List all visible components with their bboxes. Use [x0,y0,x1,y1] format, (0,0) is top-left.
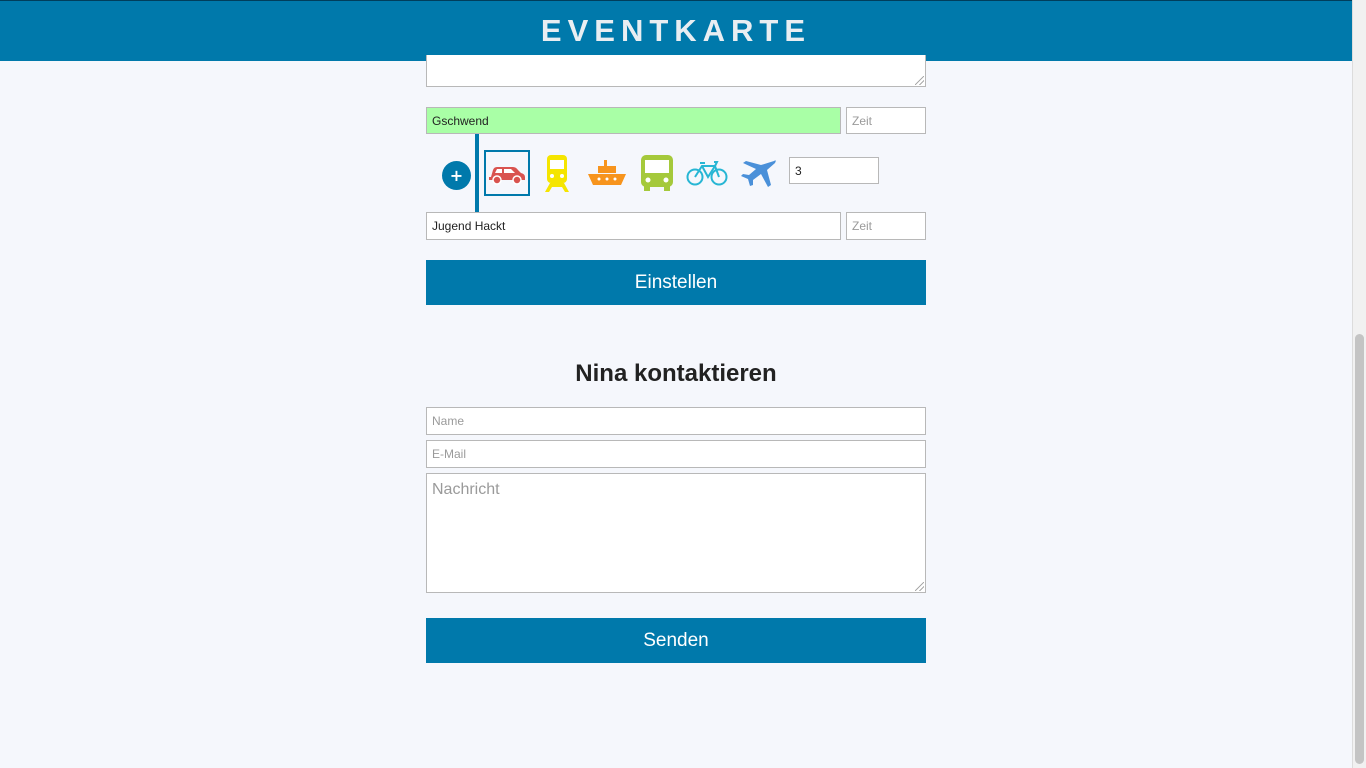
car-icon [489,167,525,185]
message-placeholder: Nachricht [432,481,500,498]
bus-icon [641,155,673,191]
transport-plane-button[interactable] [734,150,780,196]
contact-message-textarea[interactable]: Nachricht [426,473,926,593]
ship-icon [588,160,626,185]
resize-handle-icon[interactable] [915,582,924,591]
transport-bike-button[interactable] [684,150,730,196]
scrollbar-thumb[interactable] [1355,334,1364,764]
contact-name-input[interactable]: Name [426,407,926,435]
route-from-time-input[interactable]: Zeit [846,107,926,134]
passenger-count-input[interactable]: 3 [789,157,879,184]
route-to-input[interactable]: Jugend Hackt [426,212,841,240]
transport-car-button[interactable] [484,150,530,196]
transport-ship-button[interactable] [584,150,630,196]
transport-train-button[interactable] [534,150,580,196]
vertical-scrollbar[interactable] [1352,0,1366,768]
plane-icon [741,160,776,187]
contact-heading: Nina kontaktieren [575,360,777,387]
app-header: EVENTKARTE [0,0,1352,61]
description-textarea[interactable] [426,55,926,87]
route-from-input[interactable]: Gschwend [426,107,841,134]
route-to-time-input[interactable]: Zeit [846,212,926,240]
train-icon [545,155,569,192]
resize-handle-icon[interactable] [915,76,924,85]
senden-button[interactable]: Senden [426,618,926,663]
route-connector-line [475,134,479,212]
transport-bus-button[interactable] [634,150,680,196]
einstellen-button[interactable]: Einstellen [426,260,926,305]
add-stop-button[interactable]: + [442,161,471,190]
contact-email-input[interactable]: E-Mail [426,440,926,468]
app-title: EVENTKARTE [540,13,812,48]
bike-icon [686,161,728,186]
